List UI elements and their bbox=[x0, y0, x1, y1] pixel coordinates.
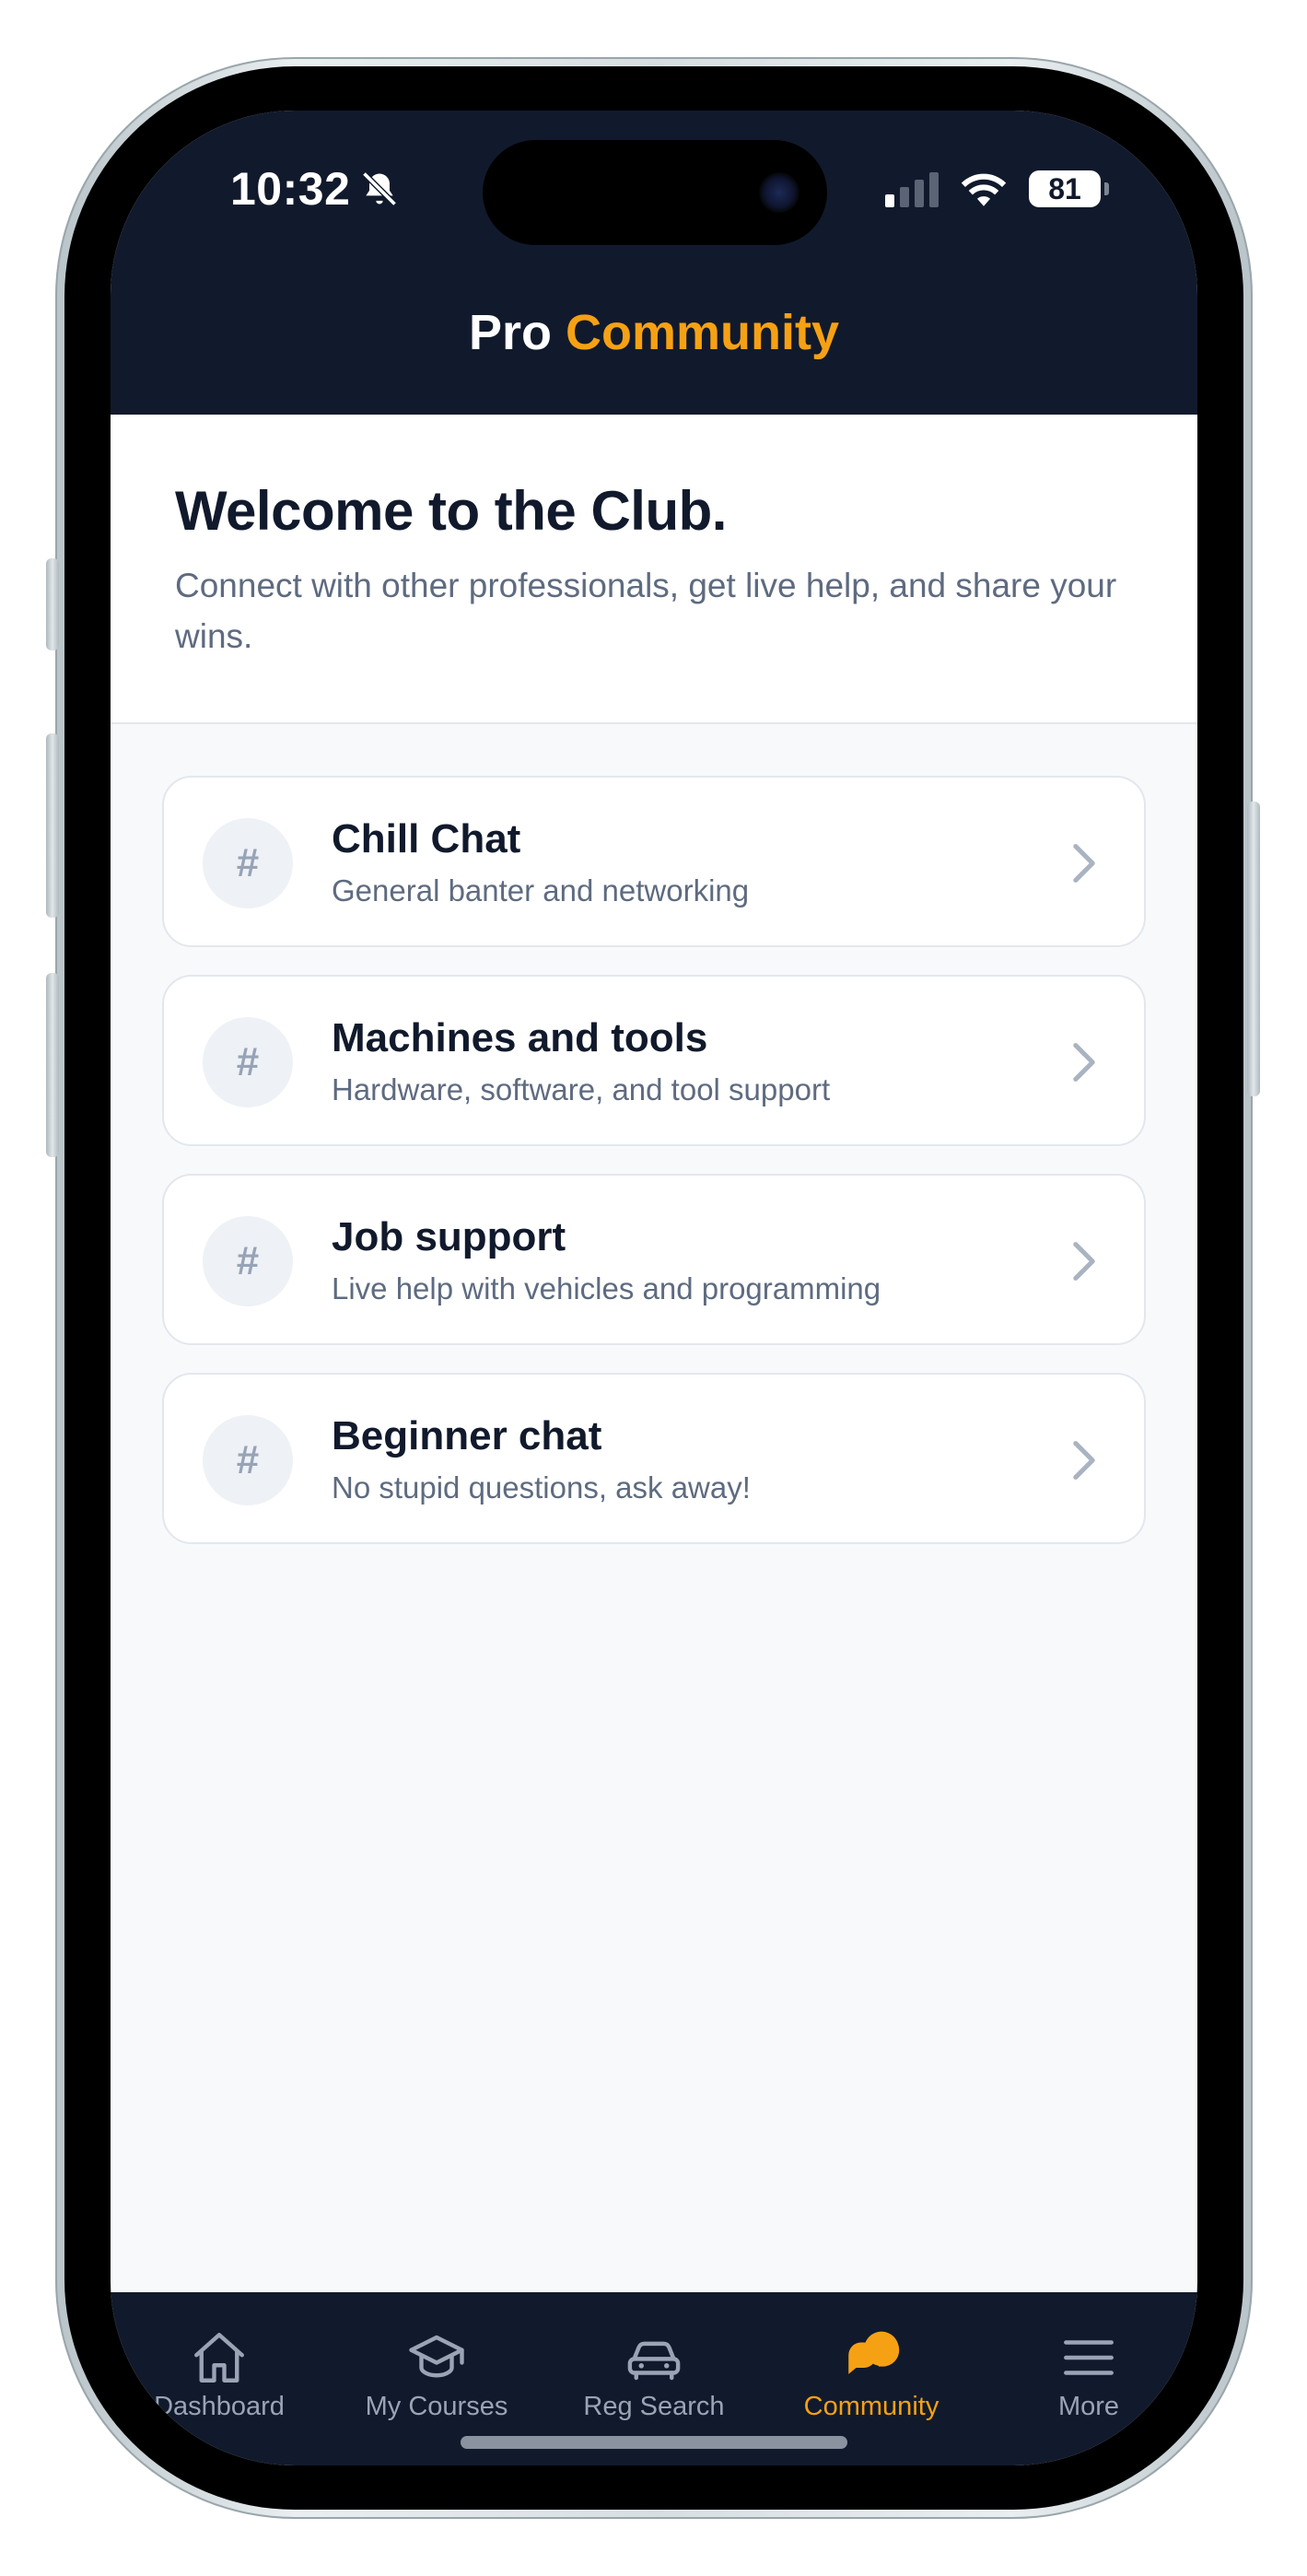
bell-slash-icon bbox=[362, 171, 398, 206]
tab-label: Community bbox=[803, 2392, 939, 2421]
welcome-section: Welcome to the Club. Connect with other … bbox=[111, 415, 1197, 724]
tab-community[interactable]: Community bbox=[763, 2327, 980, 2429]
page-title: Pro Community bbox=[111, 304, 1197, 361]
channel-item-job-support[interactable]: # Job support Live help with vehicles an… bbox=[162, 1174, 1146, 1345]
channel-name: Job support bbox=[332, 1214, 566, 1259]
chevron-right-icon bbox=[1073, 1043, 1095, 1082]
cellular-signal-icon bbox=[885, 170, 939, 207]
chevron-right-icon bbox=[1073, 1242, 1095, 1281]
chevron-right-icon bbox=[1073, 1441, 1095, 1480]
dynamic-island bbox=[483, 140, 827, 245]
clock: 10:32 bbox=[230, 163, 351, 215]
wifi-icon bbox=[961, 173, 1007, 206]
tab-label: More bbox=[1057, 2392, 1120, 2421]
camera-icon bbox=[759, 172, 799, 213]
volume-down-button bbox=[46, 973, 59, 1157]
title-community: Community bbox=[566, 305, 840, 360]
tab-label: Dashboard bbox=[154, 2392, 285, 2421]
channel-name: Chill Chat bbox=[332, 816, 521, 861]
power-button bbox=[1247, 802, 1260, 1096]
channel-description: No stupid questions, ask away! bbox=[332, 1470, 751, 1505]
tab-dashboard[interactable]: Dashboard bbox=[111, 2327, 328, 2429]
hashtag-icon: # bbox=[203, 1017, 293, 1107]
status-time: 10:32 bbox=[230, 157, 400, 221]
screen: 10:32 81 Pro Community Welcome to the Cl… bbox=[111, 111, 1197, 2465]
tab-label: Reg Search bbox=[583, 2392, 725, 2421]
channel-description: Live help with vehicles and programming bbox=[332, 1271, 881, 1306]
channel-description: General banter and networking bbox=[332, 873, 750, 907]
home-indicator[interactable] bbox=[461, 2436, 847, 2449]
channel-description: Hardware, software, and tool support bbox=[332, 1072, 831, 1107]
tab-reg-search[interactable]: Reg Search bbox=[545, 2327, 763, 2429]
action-button bbox=[46, 558, 59, 650]
channel-item-machines-and-tools[interactable]: # Machines and tools Hardware, software,… bbox=[162, 975, 1146, 1146]
volume-up-button bbox=[46, 733, 59, 918]
chevron-right-icon bbox=[1073, 844, 1095, 883]
hashtag-icon: # bbox=[203, 1415, 293, 1505]
tab-label: My Courses bbox=[365, 2392, 508, 2421]
title-pro: Pro bbox=[468, 305, 552, 360]
home-icon bbox=[194, 2333, 244, 2383]
tab-more[interactable]: More bbox=[980, 2327, 1197, 2429]
channel-item-chill-chat[interactable]: # Chill Chat General banter and networki… bbox=[162, 776, 1146, 947]
channel-list: # Chill Chat General banter and networki… bbox=[162, 776, 1146, 1572]
welcome-subtext: Connect with other professionals, get li… bbox=[175, 567, 1117, 655]
status-icons: 81 bbox=[885, 157, 1109, 221]
channel-item-beginner-chat[interactable]: # Beginner chat No stupid questions, ask… bbox=[162, 1373, 1146, 1544]
battery-level: 81 bbox=[1029, 170, 1101, 207]
tab-my-courses[interactable]: My Courses bbox=[328, 2327, 545, 2429]
channel-name: Beginner chat bbox=[332, 1413, 602, 1458]
hashtag-icon: # bbox=[203, 1216, 293, 1306]
hashtag-icon: # bbox=[203, 818, 293, 908]
car-icon bbox=[627, 2341, 681, 2381]
chat-bubbles-icon bbox=[848, 2331, 900, 2374]
menu-icon bbox=[1064, 2340, 1114, 2375]
welcome-heading: Welcome to the Club. bbox=[175, 480, 727, 542]
channel-name: Machines and tools bbox=[332, 1015, 708, 1060]
app-header: 10:32 81 Pro Community bbox=[111, 111, 1197, 415]
battery-icon: 81 bbox=[1029, 170, 1109, 207]
graduation-cap-icon bbox=[409, 2335, 464, 2378]
